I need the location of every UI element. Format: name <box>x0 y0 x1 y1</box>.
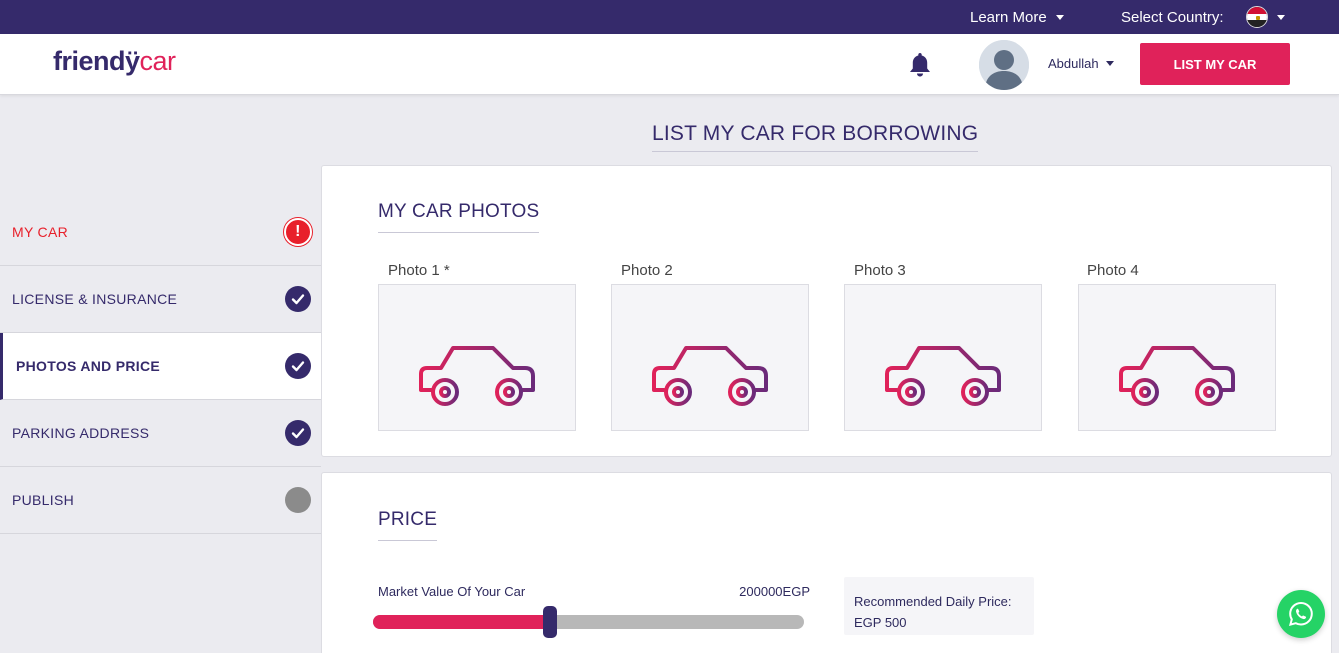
check-icon <box>285 353 311 379</box>
sidebar-item-publish[interactable]: PUBLISH <box>0 467 321 534</box>
bell-icon[interactable] <box>905 50 935 80</box>
egypt-flag-icon <box>1245 6 1268 28</box>
photos-section-title: MY CAR PHOTOS <box>378 201 540 233</box>
whatsapp-chat-button[interactable] <box>1277 590 1325 638</box>
chevron-down-icon <box>1276 14 1285 20</box>
user-menu[interactable]: Abdullah <box>1048 56 1114 71</box>
page-title: LIST MY CAR FOR BORROWING <box>652 122 979 152</box>
whatsapp-icon <box>1288 601 1313 626</box>
sidebar-item-label: PUBLISH <box>12 492 75 508</box>
check-icon <box>285 420 311 446</box>
main-header: friendÿ car Abdullah LIST MY CAR <box>0 34 1339 95</box>
sidebar-item-label: LICENSE & INSURANCE <box>12 291 178 307</box>
avatar[interactable] <box>979 40 1029 90</box>
steps-sidebar: MY CAR ! LICENSE & INSURANCE PHOTOS AND … <box>0 198 321 534</box>
sidebar-item-license-insurance[interactable]: LICENSE & INSURANCE <box>0 266 321 333</box>
chevron-down-icon <box>1105 61 1114 66</box>
market-value-slider[interactable] <box>373 606 804 638</box>
photo-3-label: Photo 3 <box>854 262 906 279</box>
photo-2-label: Photo 2 <box>621 262 673 279</box>
select-country-label: Select Country: <box>1121 8 1224 26</box>
sidebar-item-label: MY CAR <box>12 223 68 240</box>
price-card: PRICE Market Value Of Your Car 200000EGP… <box>321 472 1332 653</box>
car-photos-card: MY CAR PHOTOS Photo 1 * Photo 2 Photo 3 … <box>321 165 1332 457</box>
car-icon <box>419 345 535 406</box>
sidebar-item-my-car[interactable]: MY CAR ! <box>0 198 321 266</box>
photo-1-label: Photo 1 * <box>388 262 450 279</box>
country-selector[interactable]: Select Country: <box>1121 0 1285 34</box>
friendycar-logo[interactable]: friendÿ car <box>53 46 176 77</box>
chevron-down-icon <box>1055 14 1064 20</box>
market-value-label: Market Value Of Your Car <box>378 584 526 599</box>
slider-handle[interactable] <box>542 606 557 638</box>
photo-4-upload[interactable] <box>1078 284 1276 431</box>
sidebar-item-photos-price[interactable]: PHOTOS AND PRICE <box>0 333 321 400</box>
price-section-title: PRICE <box>378 509 438 541</box>
learn-more-label: Learn More <box>970 8 1047 26</box>
photo-4-label: Photo 4 <box>1087 262 1139 279</box>
recommended-price-box: Recommended Daily Price: EGP 500 <box>844 577 1034 635</box>
pending-status-icon <box>285 487 311 513</box>
logo-text-car: car <box>139 46 177 76</box>
sidebar-item-label: PARKING ADDRESS <box>12 425 150 441</box>
list-my-car-button[interactable]: LIST MY CAR <box>1140 43 1290 85</box>
sidebar-item-label: PHOTOS AND PRICE <box>16 358 161 374</box>
username-label: Abdullah <box>1048 56 1099 71</box>
slider-fill <box>373 615 550 629</box>
check-icon <box>285 286 311 312</box>
error-icon: ! <box>284 217 312 246</box>
sidebar-item-parking-address[interactable]: PARKING ADDRESS <box>0 400 321 467</box>
car-icon <box>885 345 1001 406</box>
car-icon <box>1119 345 1235 406</box>
market-value-amount: 200000EGP <box>739 584 810 599</box>
learn-more-menu[interactable]: Learn More <box>970 0 1064 34</box>
photo-1-upload[interactable] <box>378 284 576 431</box>
logo-text-friendy: friendÿ <box>53 46 140 76</box>
photo-2-upload[interactable] <box>611 284 809 431</box>
photo-3-upload[interactable] <box>844 284 1042 431</box>
car-icon <box>652 345 768 406</box>
top-bar: Learn More Select Country: <box>0 0 1339 34</box>
recommended-price-value: EGP 500 <box>854 615 907 630</box>
recommended-price-label: Recommended Daily Price: <box>854 594 1012 609</box>
